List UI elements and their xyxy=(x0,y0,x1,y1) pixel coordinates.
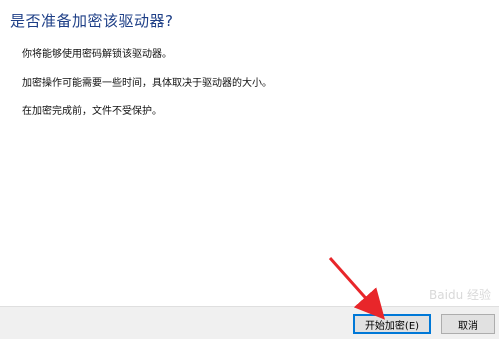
start-encryption-button[interactable]: 开始加密(E) xyxy=(353,314,431,334)
watermark: Baidu 经验 xyxy=(429,288,491,302)
message-duration: 加密操作可能需要一些时间，具体取决于驱动器的大小。 xyxy=(22,78,272,89)
bitlocker-dialog: 是否准备加密该驱动器? 你将能够使用密码解锁该驱动器。 加密操作可能需要一些时间… xyxy=(0,0,499,339)
message-unlock: 你将能够使用密码解锁该驱动器。 xyxy=(22,49,172,60)
cancel-button[interactable]: 取消 xyxy=(441,314,495,334)
message-protection: 在加密完成前，文件不受保护。 xyxy=(22,106,162,117)
dialog-title: 是否准备加密该驱动器? xyxy=(10,12,174,30)
